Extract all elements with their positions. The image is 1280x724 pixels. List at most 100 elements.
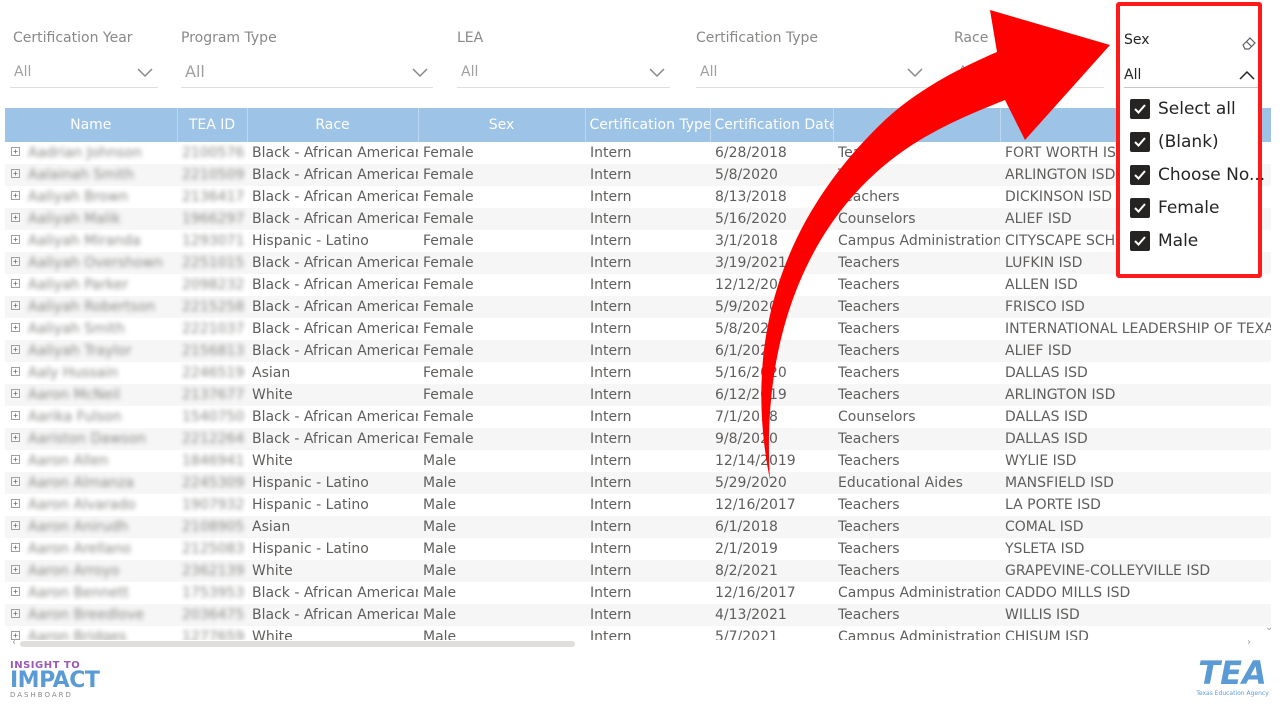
table-row[interactable]: + Aaliyah Parker 2098232 Black - African Am… [5,274,1271,296]
cell-lea: ARLINGTON ISD [1000,384,1271,406]
tea-logo-text: TEA [1198,654,1267,692]
option-label: Select all [1158,98,1236,119]
filter-dropdown[interactable]: All [10,56,158,88]
expand-plus-icon[interactable]: + [11,433,20,442]
table-row[interactable]: + Aaron Allen 1846941 White Male Intern 12/14/… [5,450,1271,472]
option-female[interactable]: Female [1130,191,1265,224]
cell-name: + Aaron Arellano [5,538,177,560]
cell-role: Teachers [833,428,1000,450]
table-row[interactable]: + Aaron Arroyo 2362139 White Male Intern 8/2/2… [5,560,1271,582]
expand-plus-icon[interactable]: + [11,169,20,178]
table-row[interactable]: + Aaron Anirudh 2108905 Asian Male Intern 6/1/… [5,516,1271,538]
expand-plus-icon[interactable]: + [11,389,20,398]
cell-text: 2036475 [182,607,245,623]
expand-plus-icon[interactable]: + [11,587,20,596]
expand-plus-icon[interactable]: + [11,543,20,552]
table-row[interactable]: + Aaron McNeil 2137677 White Female Intern 6/1… [5,384,1271,406]
expand-plus-icon[interactable]: + [11,191,20,200]
table-row[interactable]: + Aadrian Johnson 2100576 Black - African A… [5,142,1271,164]
table-row[interactable]: + Aaliyah Robertson 2215258 Black - African… [5,296,1271,318]
expand-plus-icon[interactable]: + [11,323,20,332]
filter-label: Certification Year [13,30,133,46]
filter-dropdown[interactable]: All [696,56,928,88]
table-row[interactable]: + Aaliyah Overshown 2251015 Black - African… [5,252,1271,274]
horizontal-scrollbar[interactable] [20,641,575,647]
table-row[interactable]: + Aaron Bridges 1277659 White Male Intern 5/7/… [5,626,1271,640]
expand-plus-icon[interactable]: + [11,147,20,156]
table-row[interactable]: + Aaly Hussain 2246519 Asian Female Intern 5/1… [5,362,1271,384]
checkbox-checked[interactable] [1130,131,1150,152]
table-row[interactable]: + Aarika Fulson 1540750 Black - African Ame… [5,406,1271,428]
expand-plus-icon[interactable]: + [11,411,20,420]
option-select-all[interactable]: Select all [1130,92,1265,125]
filter-dropdown[interactable]: All [457,56,670,88]
scroll-left-icon[interactable]: ‹ [12,637,16,648]
table-row[interactable]: + Aaron Breedlove 2036475 Black - African A… [5,604,1271,626]
sex-filter-dropdown[interactable]: All [1124,62,1258,88]
column-header-certification-type[interactable]: Certification Type [584,108,710,142]
cell-text: 5/16/2020 [715,211,787,227]
option-male[interactable]: Male [1130,224,1265,257]
cell-id: 2137677 [177,384,247,406]
table-row[interactable]: + Aalainah Smith 2210509 Black - African Am… [5,164,1271,186]
cell-text: Teachers [838,189,900,205]
expand-plus-icon[interactable]: + [11,455,20,464]
cell-sex: Male [418,516,585,538]
cell-text: 6/12/2019 [715,387,787,403]
expand-plus-icon[interactable]: + [11,235,20,244]
cell-sex: Male [418,494,585,516]
expand-plus-icon[interactable]: + [11,367,20,376]
table-row[interactable]: + Aaron Alvarado 1907932 Hispanic - Latino M… [5,494,1271,516]
column-header-tea-id[interactable]: TEA ID [176,108,247,142]
expand-plus-icon[interactable]: + [11,345,20,354]
column-header-race[interactable]: Race [246,108,418,142]
expand-plus-icon[interactable]: + [11,213,20,222]
table-row[interactable]: + Aaliyah Miranda 1293071 Hispanic - Latino… [5,230,1271,252]
option-choose-not-to-answer[interactable]: Choose No... [1130,158,1265,191]
expand-plus-icon[interactable]: + [11,477,20,486]
expand-plus-icon[interactable]: + [11,257,20,266]
expand-plus-icon[interactable]: + [11,609,20,618]
cell-text: 5/16/2020 [715,365,787,381]
table-row[interactable]: + Aaliyah Brown 2136417 Black - African Ame… [5,186,1271,208]
cell-text: Hispanic - Latino [252,497,369,513]
table-row[interactable]: + Aaliyah Smith 2221037 Black - African Ame… [5,318,1271,340]
expand-plus-icon[interactable]: + [11,301,20,310]
checkbox-checked[interactable] [1130,197,1150,218]
cell-text: 2362139 [182,563,245,579]
table-row[interactable]: + Aaron Arellano 2125083 Hispanic - Latino M… [5,538,1271,560]
column-header-sex[interactable]: Sex [417,108,585,142]
checkbox-checked[interactable] [1130,230,1150,251]
table-row[interactable]: + Aaron Almanza 2245309 Hispanic - Latino Ma… [5,472,1271,494]
checkbox-checked[interactable] [1130,164,1150,185]
cell-role: Educational Aides [833,472,1000,494]
cell-text: 5/8/2020 [715,321,778,337]
table-row[interactable]: + Aaliyah Malik 1966297 Black - African Ame… [5,208,1271,230]
expand-plus-icon[interactable]: + [11,499,20,508]
cell-text: Intern [590,607,632,623]
scroll-down-icon[interactable]: ⌄ [1265,622,1273,633]
filter-dropdown[interactable]: All [954,56,1104,88]
cell-date: 9/8/2020 [710,428,833,450]
cell-sex: Male [418,604,585,626]
cell-race: Black - African American [247,582,418,604]
eraser-icon[interactable] [1241,34,1257,50]
cell-role: Teachers [833,516,1000,538]
expand-plus-icon[interactable]: + [11,565,20,574]
cell-text: Campus Administration [838,629,1000,640]
filter-dropdown[interactable]: All [181,56,433,88]
column-header-name[interactable]: Name [5,108,177,142]
table-row[interactable]: + Aaron Bennett 1753953 Black - African Ame… [5,582,1271,604]
expand-plus-icon[interactable]: + [11,279,20,288]
checkbox-checked[interactable] [1130,98,1150,119]
column-header-certification-date[interactable]: Certification Date [709,108,833,142]
cell-text: Teachers [838,365,900,381]
table-row[interactable]: + Aariston Dawson 2212264 Black - African A… [5,428,1271,450]
table-row[interactable]: + Aaliyah Traylor 2156813 Black - African A… [5,340,1271,362]
filter-certification-type: Certification Type All [696,28,928,88]
expand-plus-icon[interactable]: + [11,521,20,530]
column-header-d[interactable]: D [832,108,1000,142]
option-blank[interactable]: (Blank) [1130,125,1265,158]
scroll-right-icon[interactable]: › [1247,637,1251,648]
cell-text: 2221037 [182,321,245,337]
